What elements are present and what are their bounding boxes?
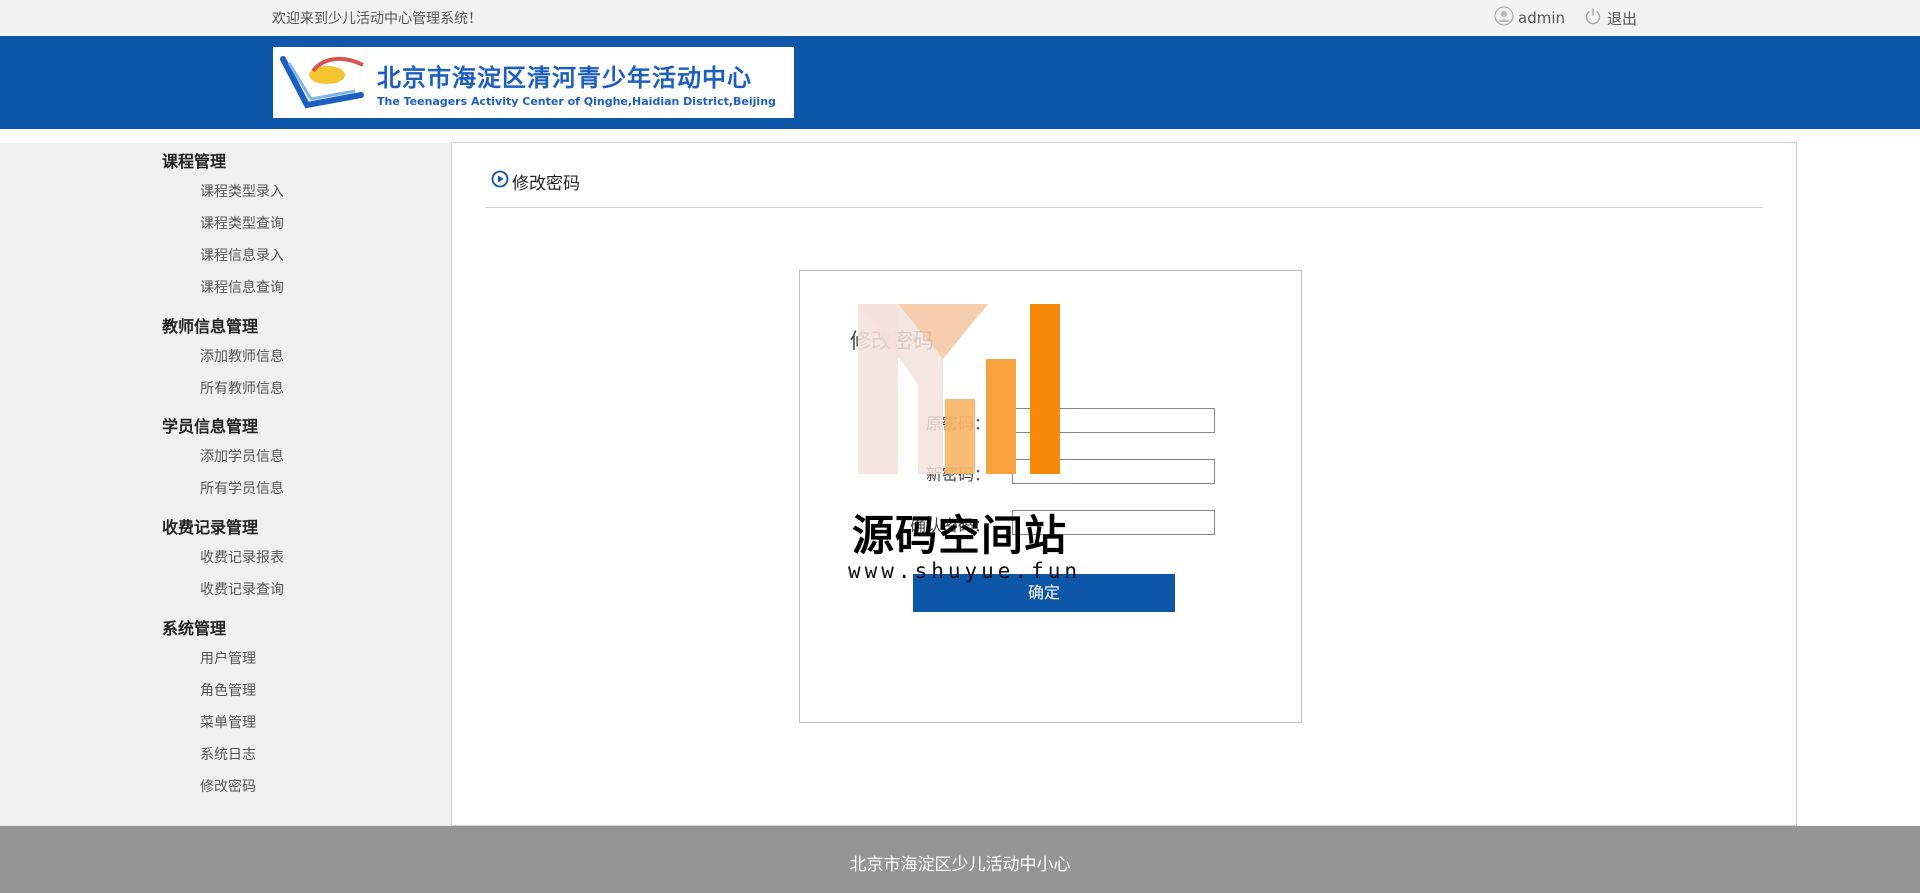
divider xyxy=(486,207,1763,208)
old-password-field[interactable] xyxy=(1012,408,1215,433)
submit-button[interactable]: 确定 xyxy=(913,574,1175,612)
new-password-field[interactable] xyxy=(1012,459,1215,484)
sidebar-item-course-info-query[interactable]: 课程信息查询 xyxy=(200,277,284,297)
top-bar: 欢迎来到少儿活动中心管理系统！ admin 退出 xyxy=(0,0,1920,36)
sidebar-item-all-students[interactable]: 所有学员信息 xyxy=(200,478,284,498)
sidebar-item-course-info-entry[interactable]: 课程信息录入 xyxy=(200,245,284,265)
breadcrumb: 修改密码 xyxy=(491,169,580,194)
logo-title-en: The Teenagers Activity Center of Qinghe,… xyxy=(377,94,776,108)
power-icon xyxy=(1583,6,1607,30)
sidebar-group-course[interactable]: 课程管理 xyxy=(162,148,226,172)
sidebar-group-fees[interactable]: 收费记录管理 xyxy=(162,514,258,538)
sidebar-item-add-student[interactable]: 添加学员信息 xyxy=(200,446,284,466)
sidebar-item-users[interactable]: 用户管理 xyxy=(200,648,256,668)
sidebar-item-course-type-query[interactable]: 课程类型查询 xyxy=(200,213,284,233)
play-circle-icon xyxy=(491,170,512,193)
sidebar-item-fee-query[interactable]: 收费记录查询 xyxy=(200,579,284,599)
logo-text: 北京市海淀区清河青少年活动中心 The Teenagers Activity C… xyxy=(377,58,776,108)
sidebar-item-change-password[interactable]: 修改密码 xyxy=(200,776,256,796)
new-password-label: 新密码： xyxy=(925,465,990,484)
logo-emblem-icon xyxy=(273,47,377,118)
form-title: 修改密码 xyxy=(850,329,934,353)
logo: 北京市海淀区清河青少年活动中心 The Teenagers Activity C… xyxy=(273,47,794,118)
sidebar-item-all-teachers[interactable]: 所有教师信息 xyxy=(200,378,284,398)
sidebar-item-course-type-entry[interactable]: 课程类型录入 xyxy=(200,181,284,201)
user-account[interactable]: admin xyxy=(1494,6,1565,30)
confirm-password-field[interactable] xyxy=(1012,510,1215,535)
footer: 北京市海淀区少儿活动中小心 xyxy=(0,826,1920,893)
welcome-text: 欢迎来到少儿活动中心管理系统！ xyxy=(272,11,482,27)
logo-title-cn: 北京市海淀区清河青少年活动中心 xyxy=(377,63,752,92)
user-icon xyxy=(1494,6,1518,30)
sidebar-group-student[interactable]: 学员信息管理 xyxy=(162,413,258,437)
sidebar-item-menus[interactable]: 菜单管理 xyxy=(200,712,256,732)
logout-link[interactable]: 退出 xyxy=(1583,6,1637,30)
user-menu: admin 退出 xyxy=(1494,6,1655,30)
sidebar-group-teacher[interactable]: 教师信息管理 xyxy=(162,313,258,337)
change-password-form: 修改密码 原密码： 新密码： 确认密码： 确定 xyxy=(799,270,1302,723)
username: admin xyxy=(1518,9,1565,27)
sidebar-group-system[interactable]: 系统管理 xyxy=(162,615,226,639)
footer-text: 北京市海淀区少儿活动中小心 xyxy=(849,855,1071,875)
sidebar-item-system-log[interactable]: 系统日志 xyxy=(200,744,256,764)
header: 北京市海淀区清河青少年活动中心 The Teenagers Activity C… xyxy=(0,36,1920,129)
main-panel: 修改密码 修改密码 原密码： 新密码： 确认密码： 确定 xyxy=(451,142,1797,826)
sidebar-item-fee-report[interactable]: 收费记录报表 xyxy=(200,547,284,567)
old-password-label: 原密码： xyxy=(925,414,990,433)
sidebar-item-roles[interactable]: 角色管理 xyxy=(200,680,256,700)
breadcrumb-label: 修改密码 xyxy=(512,174,580,194)
sidebar-item-add-teacher[interactable]: 添加教师信息 xyxy=(200,346,284,366)
confirm-password-label: 确认密码： xyxy=(909,516,990,535)
logout-label: 退出 xyxy=(1607,9,1638,28)
sidebar: 课程管理 课程类型录入 课程类型查询 课程信息录入 课程信息查询 教师信息管理 … xyxy=(0,143,451,826)
